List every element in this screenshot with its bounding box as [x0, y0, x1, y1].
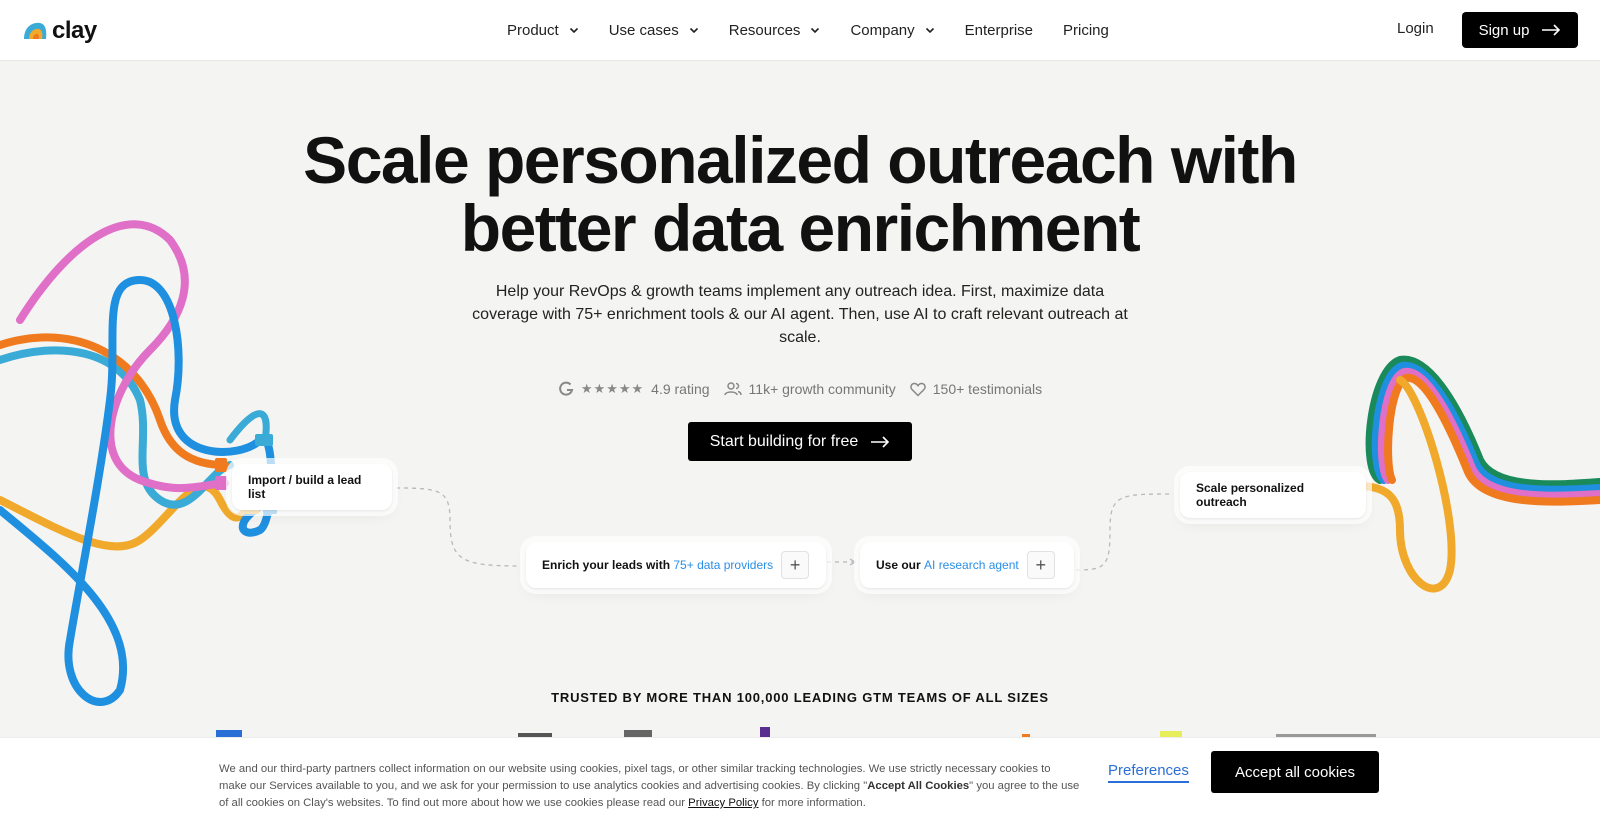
trusted-by-heading: TRUSTED BY MORE THAN 100,000 LEADING GTM…: [551, 690, 1049, 705]
add-icon[interactable]: +: [781, 551, 810, 579]
customer-logos-strip: [216, 727, 1376, 738]
import-lead-list-card[interactable]: Import / build a lead list: [232, 464, 392, 510]
scale-outreach-card[interactable]: Scale personalized outreach: [1180, 472, 1366, 518]
cookie-notice-text: We and our third-party partners collect …: [219, 761, 1081, 812]
enrich-leads-card[interactable]: Enrich your leads with 75+ data provider…: [526, 542, 826, 588]
cookie-preferences-link[interactable]: Preferences: [1108, 762, 1189, 783]
accept-all-cookies-button[interactable]: Accept all cookies: [1211, 751, 1379, 793]
enrich-card-prefix: Enrich your leads with: [542, 558, 674, 572]
agent-card-prefix: Use our: [876, 558, 925, 572]
ai-research-agent-card[interactable]: Use our AI research agent +: [860, 542, 1074, 588]
ai-research-agent-link[interactable]: AI research agent: [924, 558, 1019, 572]
outreach-card-label: Scale personalized outreach: [1196, 481, 1305, 509]
cookie-text-bold: Accept All Cookies: [867, 780, 970, 792]
cookie-banner: We and our third-party partners collect …: [0, 737, 1600, 832]
flow-connectors: [395, 487, 1173, 571]
cookie-text-part-3: for more information.: [758, 797, 866, 809]
data-providers-link[interactable]: 75+ data providers: [673, 558, 773, 572]
import-card-label: Import / build a lead list: [248, 473, 362, 501]
add-icon[interactable]: +: [1026, 551, 1055, 579]
privacy-policy-link[interactable]: Privacy Policy: [688, 797, 758, 809]
